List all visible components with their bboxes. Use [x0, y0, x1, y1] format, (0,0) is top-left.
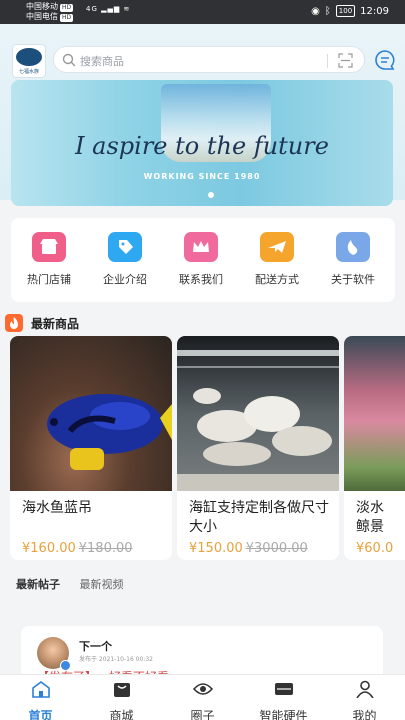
quick-item-label: 热门店铺 — [27, 273, 71, 286]
scan-icon[interactable] — [338, 53, 353, 68]
quick-item-delivery[interactable]: 配送方式 — [239, 232, 315, 287]
shop-icon — [32, 232, 66, 262]
product-price: ¥160.00 — [22, 541, 76, 556]
clock: 12:09 — [360, 5, 389, 17]
aquarium-illustration — [177, 350, 339, 491]
product-prices: ¥150.00 ¥3000.00 — [189, 537, 308, 556]
banner-title: I aspire to the future — [75, 132, 329, 160]
product-card[interactable]: 海水鱼蓝吊 ¥160.00 ¥180.00 — [10, 336, 172, 560]
product-card[interactable]: 海缸支持定制各做尺寸大小 ¥150.00 ¥3000.00 — [177, 336, 339, 560]
post-author: 下一个 — [79, 640, 112, 653]
product-price: ¥60.0 — [356, 541, 394, 556]
avatar[interactable] — [37, 637, 71, 671]
post-meta: 发布于 2021-10-16 00:32 — [79, 656, 153, 663]
product-name: 海缸支持定制各做尺寸大小 — [189, 500, 329, 535]
nav-label: 首页 — [28, 709, 53, 720]
app-logo[interactable]: 七福水族 — [12, 44, 46, 78]
hd-badge: HD — [60, 4, 74, 12]
product-card[interactable]: 淡水鲸景 ¥60.0 — [344, 336, 405, 560]
product-price: ¥150.00 — [189, 541, 243, 556]
user-icon — [355, 680, 374, 699]
nav-label: 我的 — [352, 709, 377, 720]
crown-icon — [184, 232, 218, 262]
product-old-price: ¥3000.00 — [245, 541, 308, 556]
plane-icon — [260, 232, 294, 262]
bluetooth-icon: ᛒ — [324, 5, 331, 17]
home-icon — [31, 681, 50, 698]
banner-carousel[interactable]: I aspire to the future WORKING SINCE 198… — [11, 80, 393, 206]
product-image — [10, 336, 172, 491]
product-name: 海水鱼蓝吊 — [22, 500, 92, 516]
fire-icon — [5, 314, 23, 332]
quick-item-label: 关于软件 — [331, 273, 375, 286]
nav-mall[interactable]: 商城 — [81, 680, 162, 720]
carrier-1: 中国移动 — [26, 2, 58, 11]
quick-item-label: 联系我们 — [179, 273, 223, 286]
search-bar[interactable]: 搜索商品 — [53, 46, 365, 73]
tab-latest-posts[interactable]: 最新帖子 — [16, 578, 60, 591]
nav-home[interactable]: 首页 — [0, 680, 81, 720]
quick-item-company[interactable]: 企业介绍 — [87, 232, 163, 287]
device-icon — [274, 683, 293, 695]
message-icon[interactable] — [374, 49, 396, 71]
status-bar: 中国移动 HD 中国电信 HD 4G ▂▄▆ ≋ ◉ ᛒ 100 12:09 — [0, 0, 405, 24]
product-prices: ¥160.00 ¥180.00 — [22, 537, 133, 556]
nav-label: 智能硬件 — [259, 709, 308, 720]
quick-item-label: 企业介绍 — [103, 273, 147, 286]
tag-icon — [108, 232, 142, 262]
bag-icon — [113, 683, 130, 697]
product-name: 淡水鲸景 — [356, 500, 384, 535]
nav-smart-hardware[interactable]: 智能硬件 — [243, 680, 324, 720]
new-goods-header: 最新商品 — [5, 314, 79, 332]
leaf-icon — [336, 232, 370, 262]
section-title: 最新商品 — [31, 316, 80, 331]
search-divider — [327, 54, 328, 68]
nav-mine[interactable]: 我的 — [324, 680, 405, 720]
nav-circle[interactable]: 圈子 — [162, 680, 243, 720]
banner-subtitle: WORKING SINCE 1980 — [143, 172, 261, 181]
quick-item-contact[interactable]: 联系我们 — [163, 232, 239, 287]
nav-label: 圈子 — [190, 709, 215, 720]
post-tabs: 最新帖子 最新视频 — [16, 576, 140, 592]
quick-item-about[interactable]: 关于软件 — [315, 232, 391, 287]
logo-text: 七福水族 — [18, 69, 39, 75]
network-type: 4G — [86, 5, 98, 13]
quick-menu: 热门店铺 企业介绍 联系我们 配送方式 关于软件 — [11, 218, 395, 302]
hd-badge: HD — [60, 14, 74, 22]
product-image — [344, 336, 405, 491]
status-right: ◉ ᛒ 100 12:09 — [311, 5, 389, 17]
product-old-price: ¥180.00 — [78, 541, 133, 556]
eye-icon: ◉ — [311, 5, 320, 17]
product-image — [177, 336, 339, 491]
nav-label: 商城 — [109, 709, 134, 720]
quick-item-hot-shops[interactable]: 热门店铺 — [11, 232, 87, 287]
search-icon — [62, 53, 76, 67]
tab-latest-videos[interactable]: 最新视频 — [80, 578, 124, 591]
signal-icon: 4G ▂▄▆ ≋ — [86, 5, 131, 13]
carrier-info: 中国移动 HD 中国电信 HD — [26, 2, 74, 22]
bottom-nav: 首页 商城 圈子 智能硬件 我的 — [0, 674, 405, 720]
quick-item-label: 配送方式 — [255, 273, 299, 286]
logo-emblem — [16, 48, 42, 66]
product-prices: ¥60.0 — [356, 537, 393, 556]
carrier-2: 中国电信 — [26, 12, 58, 21]
search-placeholder: 搜索商品 — [80, 55, 124, 68]
battery-icon: 100 — [335, 5, 356, 17]
circle-icon — [192, 683, 213, 695]
fish-illustration — [47, 394, 172, 470]
carousel-indicator[interactable] — [208, 192, 214, 198]
